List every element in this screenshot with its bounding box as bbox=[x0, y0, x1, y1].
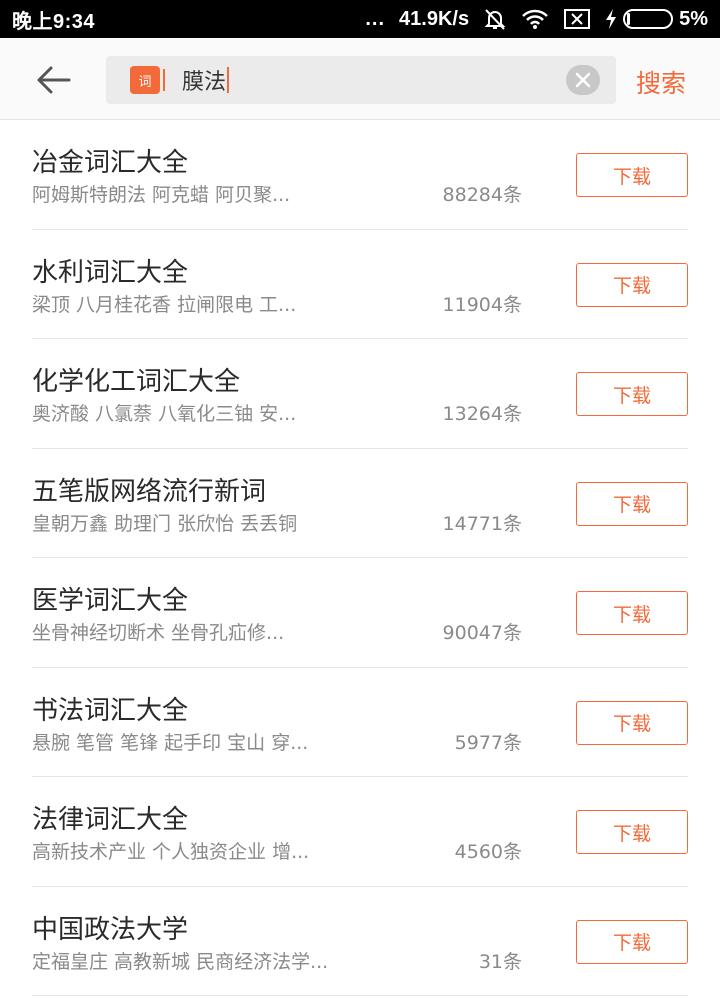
download-button[interactable]: 下载 bbox=[576, 591, 688, 635]
item-sample-words: 梁顶 八月桂花香 拉闸限电 工... bbox=[32, 293, 297, 316]
item-sample-words: 皇朝万鑫 助理门 张欣怡 丢丢铜 bbox=[32, 512, 298, 535]
no-sim-icon bbox=[563, 8, 591, 30]
search-query: 膜法 bbox=[182, 70, 227, 95]
item-subtitle: 坐骨神经切断术 坐骨孔疝修... 90047条 bbox=[32, 618, 522, 645]
list-item[interactable]: 冶金词汇大全 阿姆斯特朗法 阿克蜡 阿贝聚... 88284条 下载 bbox=[32, 120, 688, 230]
item-title: 中国政法大学 bbox=[32, 914, 189, 945]
item-subtitle: 皇朝万鑫 助理门 张欣怡 丢丢铜 14771条 bbox=[32, 509, 522, 536]
list-item[interactable]: 医学词汇大全 坐骨神经切断术 坐骨孔疝修... 90047条 下载 bbox=[32, 558, 688, 668]
list-item[interactable]: 化学化工词汇大全 奥济酸 八氯萘 八氧化三铀 安... 13264条 下载 bbox=[32, 339, 688, 449]
download-button[interactable]: 下载 bbox=[576, 372, 688, 416]
text-caret bbox=[227, 67, 230, 93]
item-subtitle: 梁顶 八月桂花香 拉闸限电 工... 11904条 bbox=[32, 290, 522, 317]
item-count: 88284条 bbox=[442, 184, 522, 206]
list-item[interactable]: 书法词汇大全 悬腕 笔管 笔锋 起手印 宝山 穿... 5977条 下载 bbox=[32, 668, 688, 777]
item-sample-words: 悬腕 笔管 笔锋 起手印 宝山 穿... bbox=[32, 731, 309, 754]
arrow-left-icon bbox=[37, 66, 71, 94]
download-button[interactable]: 下载 bbox=[576, 481, 688, 526]
download-button[interactable]: 下载 bbox=[576, 810, 688, 854]
battery-indicator: 5% bbox=[605, 8, 708, 31]
network-speed: 41.9K/s bbox=[399, 7, 470, 30]
item-sample-words: 坐骨神经切断术 坐骨孔疝修... bbox=[32, 622, 285, 644]
item-sample-words: 高新技术产业 个人独资企业 增... bbox=[32, 841, 310, 863]
dictionary-badge-icon: 词 bbox=[130, 66, 165, 94]
charging-icon bbox=[606, 9, 617, 29]
item-count: 13264条 bbox=[442, 403, 522, 425]
search-button[interactable]: 搜索 bbox=[636, 64, 686, 100]
item-count: 4560条 bbox=[454, 841, 522, 863]
download-button[interactable]: 下载 bbox=[576, 153, 688, 197]
item-title: 五笔版网络流行新词 bbox=[32, 476, 267, 507]
mute-icon bbox=[483, 7, 507, 31]
list-item[interactable]: 中国政法大学 定福皇庄 高教新城 民商经济法学... 31条 下载 bbox=[32, 887, 688, 996]
search-box[interactable]: 词 膜法 bbox=[106, 56, 616, 104]
item-count: 31条 bbox=[478, 950, 522, 973]
item-title: 法律词汇大全 bbox=[32, 805, 189, 835]
status-dots: ... bbox=[365, 7, 386, 30]
item-title: 医学词汇大全 bbox=[32, 586, 189, 616]
close-icon bbox=[575, 72, 591, 88]
battery-icon bbox=[623, 9, 674, 29]
item-subtitle: 阿姆斯特朗法 阿克蜡 阿贝聚... 88284条 bbox=[32, 180, 522, 207]
item-subtitle: 奥济酸 八氯萘 八氧化三铀 安... 13264条 bbox=[32, 399, 522, 426]
item-count: 14771条 bbox=[442, 512, 522, 535]
status-indicators: ... 41.9K/s 5% bbox=[365, 7, 708, 31]
item-count: 90047条 bbox=[442, 622, 522, 644]
item-title: 水利词汇大全 bbox=[32, 257, 189, 288]
list-item[interactable]: 水利词汇大全 梁顶 八月桂花香 拉闸限电 工... 11904条 下载 bbox=[32, 230, 688, 339]
item-title: 化学化工词汇大全 bbox=[32, 367, 241, 397]
status-time: 晚上9:34 bbox=[12, 10, 96, 33]
item-subtitle: 定福皇庄 高教新城 民商经济法学... 31条 bbox=[32, 947, 522, 974]
item-title: 冶金词汇大全 bbox=[32, 148, 189, 178]
item-sample-words: 阿姆斯特朗法 阿克蜡 阿贝聚... bbox=[32, 184, 291, 206]
battery-level: 5% bbox=[679, 7, 708, 30]
status-bar: 晚上9:34 ... 41.9K/s 5% bbox=[0, 0, 720, 38]
list-item[interactable]: 法律词汇大全 高新技术产业 个人独资企业 增... 4560条 下载 bbox=[32, 777, 688, 887]
item-count: 11904条 bbox=[442, 293, 522, 316]
list-item[interactable]: 五笔版网络流行新词 皇朝万鑫 助理门 张欣怡 丢丢铜 14771条 下载 bbox=[32, 449, 688, 558]
wifi-icon bbox=[521, 8, 549, 30]
download-button[interactable]: 下载 bbox=[576, 262, 688, 307]
item-count: 5977条 bbox=[454, 731, 522, 754]
item-subtitle: 高新技术产业 个人独资企业 增... 4560条 bbox=[32, 837, 522, 864]
download-button[interactable]: 下载 bbox=[576, 919, 688, 964]
item-sample-words: 奥济酸 八氯萘 八氧化三铀 安... bbox=[32, 403, 297, 425]
item-subtitle: 悬腕 笔管 笔锋 起手印 宝山 穿... 5977条 bbox=[32, 728, 522, 755]
item-sample-words: 定福皇庄 高教新城 民商经济法学... bbox=[32, 950, 329, 973]
search-header: 词 膜法 搜索 bbox=[0, 38, 720, 120]
clear-button[interactable] bbox=[566, 65, 600, 95]
download-button[interactable]: 下载 bbox=[576, 700, 688, 745]
item-title: 书法词汇大全 bbox=[32, 695, 189, 726]
result-list: 冶金词汇大全 阿姆斯特朗法 阿克蜡 阿贝聚... 88284条 下载 水利词汇大… bbox=[0, 120, 720, 996]
search-input[interactable]: 膜法 bbox=[182, 60, 542, 100]
back-button[interactable] bbox=[24, 58, 84, 102]
